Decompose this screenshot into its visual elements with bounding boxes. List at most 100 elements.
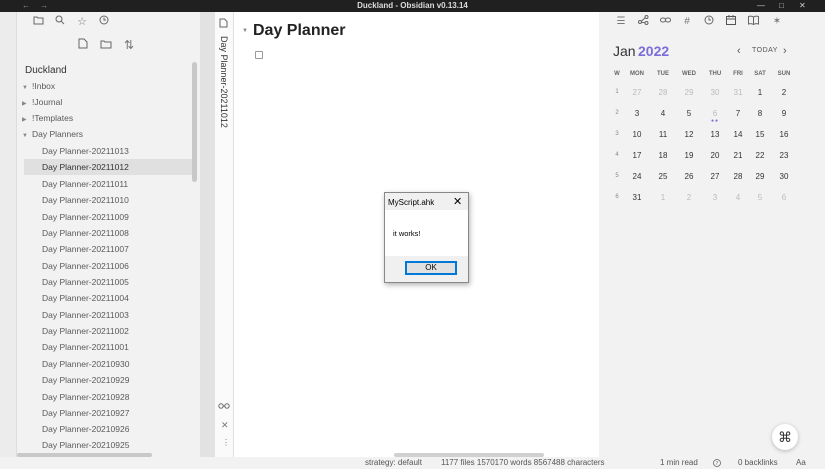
calendar-day[interactable]: 21 [726, 151, 750, 160]
file-item[interactable]: Day Planner-20211010 [24, 192, 192, 208]
calendar-day[interactable]: 2 [677, 193, 701, 202]
calendar-day[interactable]: 27 [625, 88, 649, 97]
close-window-button[interactable]: ✕ [799, 0, 806, 12]
ok-button[interactable]: OK [405, 261, 457, 275]
file-item[interactable]: Day Planner-20211006 [24, 258, 192, 274]
calendar-day[interactable]: 22 [748, 151, 772, 160]
calendar-day[interactable]: 25 [651, 172, 675, 181]
calendar-day[interactable]: 5 [677, 109, 701, 118]
calendar-day[interactable]: 1 [651, 193, 675, 202]
calendar-day[interactable]: 18 [651, 151, 675, 160]
pin-icon[interactable]: ✶ [770, 15, 784, 29]
calendar-day[interactable]: 20 [703, 151, 727, 160]
maximize-button[interactable]: □ [779, 0, 784, 12]
file-tree-scrollbar[interactable] [192, 62, 197, 182]
chevron-right-icon[interactable]: › [783, 45, 787, 57]
calendar-day[interactable]: 30 [772, 172, 796, 181]
outline-list-icon[interactable]: ☰ [614, 15, 628, 29]
status-backlinks[interactable]: 0 backlinks [738, 457, 778, 469]
folder-item-inbox[interactable]: ▼ !Inbox [22, 78, 55, 94]
tag-icon[interactable]: # [680, 15, 694, 29]
new-note-icon[interactable] [76, 38, 90, 52]
calendar-week-number[interactable]: 2 [610, 110, 624, 116]
today-button[interactable]: TODAY [752, 47, 778, 54]
calendar-day[interactable]: 3 [625, 109, 649, 118]
file-item[interactable]: Day Planner-20211005 [24, 274, 192, 290]
calendar-day[interactable]: 14 [726, 130, 750, 139]
calendar-day[interactable]: 9 [772, 109, 796, 118]
close-icon[interactable]: ✕ [453, 195, 462, 209]
calendar-icon[interactable] [724, 15, 738, 29]
chevron-left-icon[interactable]: ‹ [737, 45, 741, 57]
pane-divider[interactable] [200, 12, 215, 457]
close-icon[interactable]: ✕ [221, 420, 229, 431]
calendar-day[interactable]: 26 [677, 172, 701, 181]
calendar-week-number[interactable]: 4 [610, 152, 624, 158]
star-icon[interactable]: ☆ [75, 15, 89, 29]
fold-chevron-icon[interactable]: ▼ [242, 28, 248, 34]
calendar-day[interactable]: 3 [703, 193, 727, 202]
file-item[interactable]: Day Planner-20210925 [24, 437, 192, 453]
collapsed-pane[interactable]: Day Planner-20211012 ✕ ⋮ [215, 12, 234, 457]
folder-item-templates[interactable]: ▶ !Templates [22, 110, 73, 126]
minimize-button[interactable]: — [757, 0, 765, 12]
calendar-day[interactable]: 11 [651, 130, 675, 139]
calendar-day[interactable]: 2 [772, 88, 796, 97]
sort-icon[interactable]: ⇅ [122, 38, 136, 52]
new-folder-icon[interactable] [99, 38, 113, 52]
calendar-day[interactable]: 6 [772, 193, 796, 202]
calendar-day[interactable]: 29 [748, 172, 772, 181]
calendar-day[interactable]: 23 [772, 151, 796, 160]
file-item[interactable]: Day Planner-20211011 [24, 176, 192, 192]
file-item[interactable]: Day Planner-20211007 [24, 241, 192, 257]
calendar-day[interactable]: 17 [625, 151, 649, 160]
clock-icon[interactable] [97, 15, 111, 29]
calendar-day[interactable]: 6 [703, 109, 727, 118]
search-icon[interactable] [53, 15, 67, 29]
calendar-day[interactable]: 29 [677, 88, 701, 97]
folder-item-day-planners[interactable]: ▼ Day Planners [22, 126, 83, 142]
calendar-week-number[interactable]: 5 [610, 173, 624, 179]
calendar-day[interactable]: 24 [625, 172, 649, 181]
file-item[interactable]: Day Planner-20210927 [24, 405, 192, 421]
command-palette-button[interactable]: ⌘ [772, 424, 798, 450]
calendar-week-number[interactable]: 3 [610, 131, 624, 137]
calendar-day[interactable]: 8 [748, 109, 772, 118]
book-icon[interactable] [746, 15, 760, 29]
file-item[interactable]: Day Planner-20210928 [24, 389, 192, 405]
more-options-icon[interactable]: ⋮ [222, 438, 230, 447]
calendar-day[interactable]: 30 [703, 88, 727, 97]
folder-icon[interactable] [31, 15, 45, 29]
calendar-day[interactable]: 28 [651, 88, 675, 97]
file-item-active[interactable]: Day Planner-20211012 [24, 159, 192, 175]
calendar-day[interactable]: 13 [703, 130, 727, 139]
task-checkbox[interactable] [255, 51, 263, 59]
calendar-day[interactable]: 10 [625, 130, 649, 139]
calendar-day[interactable]: 16 [772, 130, 796, 139]
calendar-day[interactable]: 7 [726, 109, 750, 118]
reading-mode-icon[interactable] [218, 402, 230, 411]
font-toggle[interactable]: Aa [796, 457, 806, 469]
file-item[interactable]: Day Planner-20211004 [24, 290, 192, 306]
file-item[interactable]: Day Planner-20211008 [24, 225, 192, 241]
folder-item-journal[interactable]: ▶ !Journal [22, 94, 62, 110]
calendar-day[interactable]: 1 [748, 88, 772, 97]
file-item[interactable]: Day Planner-20210929 [24, 372, 192, 388]
file-item[interactable]: Day Planner-20211009 [24, 209, 192, 225]
file-item[interactable]: Day Planner-20211013 [24, 143, 192, 159]
file-item[interactable]: Day Planner-20210926 [24, 421, 192, 437]
clock-icon[interactable] [702, 15, 716, 29]
calendar-day[interactable]: 4 [651, 109, 675, 118]
graph-icon[interactable] [636, 15, 650, 29]
calendar-week-number[interactable]: 1 [610, 89, 624, 95]
link-icon[interactable] [658, 15, 672, 29]
collapsed-pane-title[interactable]: Day Planner-20211012 [219, 36, 229, 128]
calendar-week-number[interactable]: 6 [610, 194, 624, 200]
calendar-day[interactable]: 27 [703, 172, 727, 181]
calendar-day[interactable]: 19 [677, 151, 701, 160]
file-item[interactable]: Day Planner-20211002 [24, 323, 192, 339]
file-item[interactable]: Day Planner-20211001 [24, 339, 192, 355]
calendar-day[interactable]: 28 [726, 172, 750, 181]
help-icon[interactable]: ? [713, 457, 721, 469]
file-item[interactable]: Day Planner-20210930 [24, 356, 192, 372]
